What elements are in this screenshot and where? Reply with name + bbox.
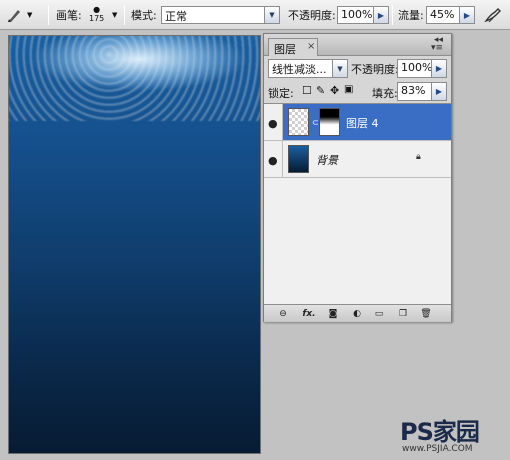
fill-label: 填充: bbox=[372, 87, 398, 100]
flow-value: 45% bbox=[430, 8, 455, 21]
blend-mode-value: 线性减淡... bbox=[272, 63, 327, 76]
brush-label: 画笔: bbox=[56, 9, 82, 22]
mode-select[interactable]: 正常 ▼ bbox=[161, 6, 280, 24]
airbrush-icon bbox=[484, 8, 501, 23]
opacity-label: 不透明度: bbox=[288, 9, 336, 22]
mode-label: 模式: bbox=[131, 9, 157, 22]
add-mask-icon[interactable]: ◙ bbox=[326, 308, 340, 320]
fx-icon[interactable]: fx. bbox=[300, 308, 318, 320]
watermark-text: PS家园 bbox=[400, 418, 480, 446]
trash-icon[interactable]: 🗑︎ bbox=[419, 308, 433, 320]
water-light-caustics bbox=[9, 36, 260, 121]
panel-menu-icon[interactable]: ▾≡ bbox=[431, 43, 443, 53]
opacity-value: 100% bbox=[341, 8, 373, 21]
eye-icon: ● bbox=[268, 117, 278, 130]
chevron-down-icon: ▼ bbox=[27, 11, 33, 19]
brush-tool-preset[interactable]: ▼ bbox=[6, 0, 32, 30]
visibility-toggle[interactable]: ● bbox=[264, 141, 283, 177]
options-bar: ▼ 画笔: ● 175 ▼ 模式: 正常 ▼ 不透明度: 100% ▶ 流量: … bbox=[0, 0, 510, 30]
fill-value: 83% bbox=[401, 84, 426, 97]
layer-thumbnail bbox=[288, 108, 309, 136]
brush-picker[interactable]: ● 175 bbox=[89, 0, 104, 30]
chevron-down-icon: ▼ bbox=[332, 60, 347, 77]
opacity-field[interactable]: 100% ▶ bbox=[337, 6, 389, 24]
divider bbox=[124, 5, 125, 25]
link-layers-icon[interactable]: ⊖ bbox=[276, 308, 290, 320]
arrow-right-icon: ▶ bbox=[459, 7, 474, 23]
flow-label: 流量: bbox=[398, 9, 424, 22]
layer-mask-thumbnail[interactable] bbox=[319, 108, 340, 136]
fill-field[interactable]: 83% ▶ bbox=[397, 82, 447, 101]
lock-all-icon[interactable]: ▣ bbox=[344, 84, 353, 95]
lock-label: 锁定: bbox=[268, 87, 294, 100]
layer-opacity-value: 100% bbox=[401, 61, 433, 74]
layer-row-layer-4[interactable]: ● ⊂ 图层 4 bbox=[264, 104, 451, 141]
blend-mode-select[interactable]: 线性减淡... ▼ bbox=[268, 59, 348, 78]
layers-panel: 图层 × ◂◂ ▾≡ 线性减淡... ▼ 不透明度: 100% ▶ 锁定: ☐ … bbox=[263, 33, 452, 322]
tab-layers-label: 图层 bbox=[274, 43, 296, 56]
panel-titlebar[interactable]: 图层 × ◂◂ ▾≡ bbox=[264, 34, 451, 56]
visibility-toggle[interactable]: ● bbox=[264, 104, 283, 140]
new-group-icon[interactable]: ▭ bbox=[372, 308, 386, 320]
layer-row-background[interactable]: ● 背景 🔒︎ bbox=[264, 141, 451, 178]
new-layer-icon[interactable]: ❐ bbox=[396, 308, 410, 320]
link-icon[interactable]: ⊂ bbox=[312, 118, 319, 127]
lock-transparent-icon[interactable]: ☐ bbox=[302, 84, 312, 97]
layer-name[interactable]: 图层 4 bbox=[346, 115, 379, 131]
layer-name[interactable]: 背景 bbox=[316, 152, 338, 168]
divider bbox=[392, 5, 393, 25]
arrow-right-icon: ▶ bbox=[431, 60, 446, 77]
arrow-right-icon: ▶ bbox=[431, 83, 446, 100]
arrow-right-icon: ▶ bbox=[373, 7, 388, 23]
eye-icon: ● bbox=[268, 154, 278, 167]
watermark-url: www.PSJIA.COM bbox=[402, 444, 473, 454]
flow-field[interactable]: 45% ▶ bbox=[426, 6, 475, 24]
panel-footer: ⊖ fx. ◙ ◐ ▭ ❐ 🗑︎ bbox=[264, 304, 451, 322]
layer-opacity-field[interactable]: 100% ▶ bbox=[397, 59, 447, 78]
brush-icon bbox=[8, 10, 20, 22]
lock-position-icon[interactable]: ✥ bbox=[330, 84, 339, 97]
brush-dot-icon: ● bbox=[93, 5, 101, 14]
close-icon[interactable]: × bbox=[307, 41, 315, 52]
layers-list: ● ⊂ 图层 4 ● 背景 🔒︎ bbox=[264, 103, 451, 304]
airbrush-button[interactable] bbox=[484, 0, 502, 30]
adjustment-layer-icon[interactable]: ◐ bbox=[350, 308, 364, 320]
chevron-down-icon[interactable]: ▼ bbox=[112, 11, 117, 19]
chevron-down-icon: ▼ bbox=[264, 7, 279, 23]
watermark-logo: PS家园 www.PSJIA.COM bbox=[400, 412, 510, 460]
brush-size: 175 bbox=[89, 14, 105, 23]
document-canvas[interactable] bbox=[8, 35, 261, 454]
layer-thumbnail bbox=[288, 145, 309, 173]
layer-opacity-label: 不透明度: bbox=[351, 63, 399, 76]
lock-icon: 🔒︎ bbox=[416, 152, 421, 162]
tab-layers[interactable]: 图层 × bbox=[268, 38, 318, 56]
lock-image-icon[interactable]: ✎ bbox=[316, 84, 325, 97]
divider bbox=[48, 5, 49, 25]
mode-value: 正常 bbox=[165, 10, 187, 23]
